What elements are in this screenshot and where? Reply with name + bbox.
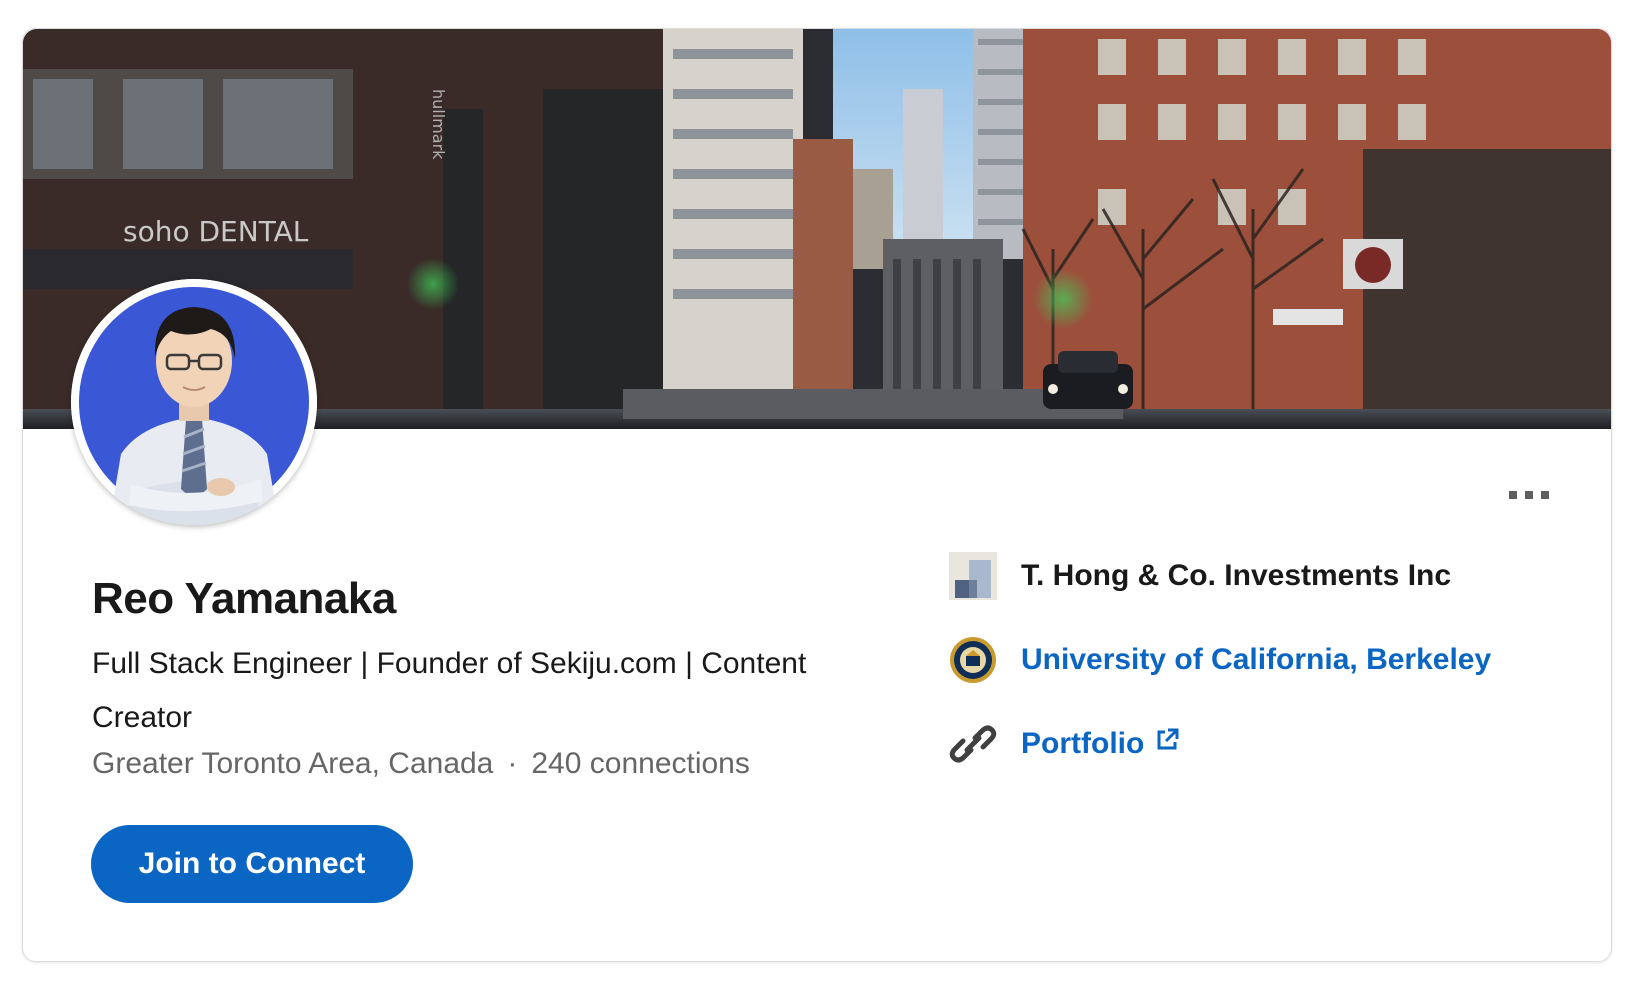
external-link-icon (1157, 728, 1179, 750)
more-options-icon (1509, 491, 1517, 499)
more-options-button[interactable] (1509, 479, 1569, 509)
profile-name: Reo Yamanaka (92, 574, 396, 623)
meta-separator: · (507, 747, 518, 780)
school-seal-icon (949, 636, 997, 684)
profile-location: Greater Toronto Area, Canada (92, 747, 494, 780)
profile-connections[interactable]: 240 connections (531, 747, 750, 780)
link-icon (949, 720, 997, 768)
portfolio-link-label: Portfolio (1021, 727, 1145, 760)
more-options-icon-dot (1525, 491, 1533, 499)
join-to-connect-button[interactable]: Join to Connect (91, 825, 413, 903)
cover-vertical-sign: hullmark (429, 89, 448, 160)
school-name-link[interactable]: University of California, Berkeley (1021, 643, 1491, 677)
portfolio-row[interactable]: Portfolio (949, 719, 1180, 769)
profile-headline: Full Stack Engineer | Founder of Sekiju.… (92, 647, 807, 734)
profile-meta: Greater Toronto Area, Canada · 240 connect… (92, 747, 750, 781)
company-logo-icon (949, 552, 997, 600)
cover-sign-text: soho DENTAL (123, 215, 309, 248)
more-options-icon-dot (1541, 491, 1549, 499)
profile-avatar[interactable] (71, 279, 317, 525)
portfolio-link[interactable]: Portfolio (1021, 727, 1180, 761)
education-school[interactable]: University of California, Berkeley (949, 635, 1491, 685)
profile-card: soho DENTAL hullmark Reo Yamanaka Full S… (22, 28, 1612, 962)
current-company[interactable]: T. Hong & Co. Investments Inc (949, 551, 1451, 601)
company-name: T. Hong & Co. Investments Inc (1021, 559, 1452, 592)
